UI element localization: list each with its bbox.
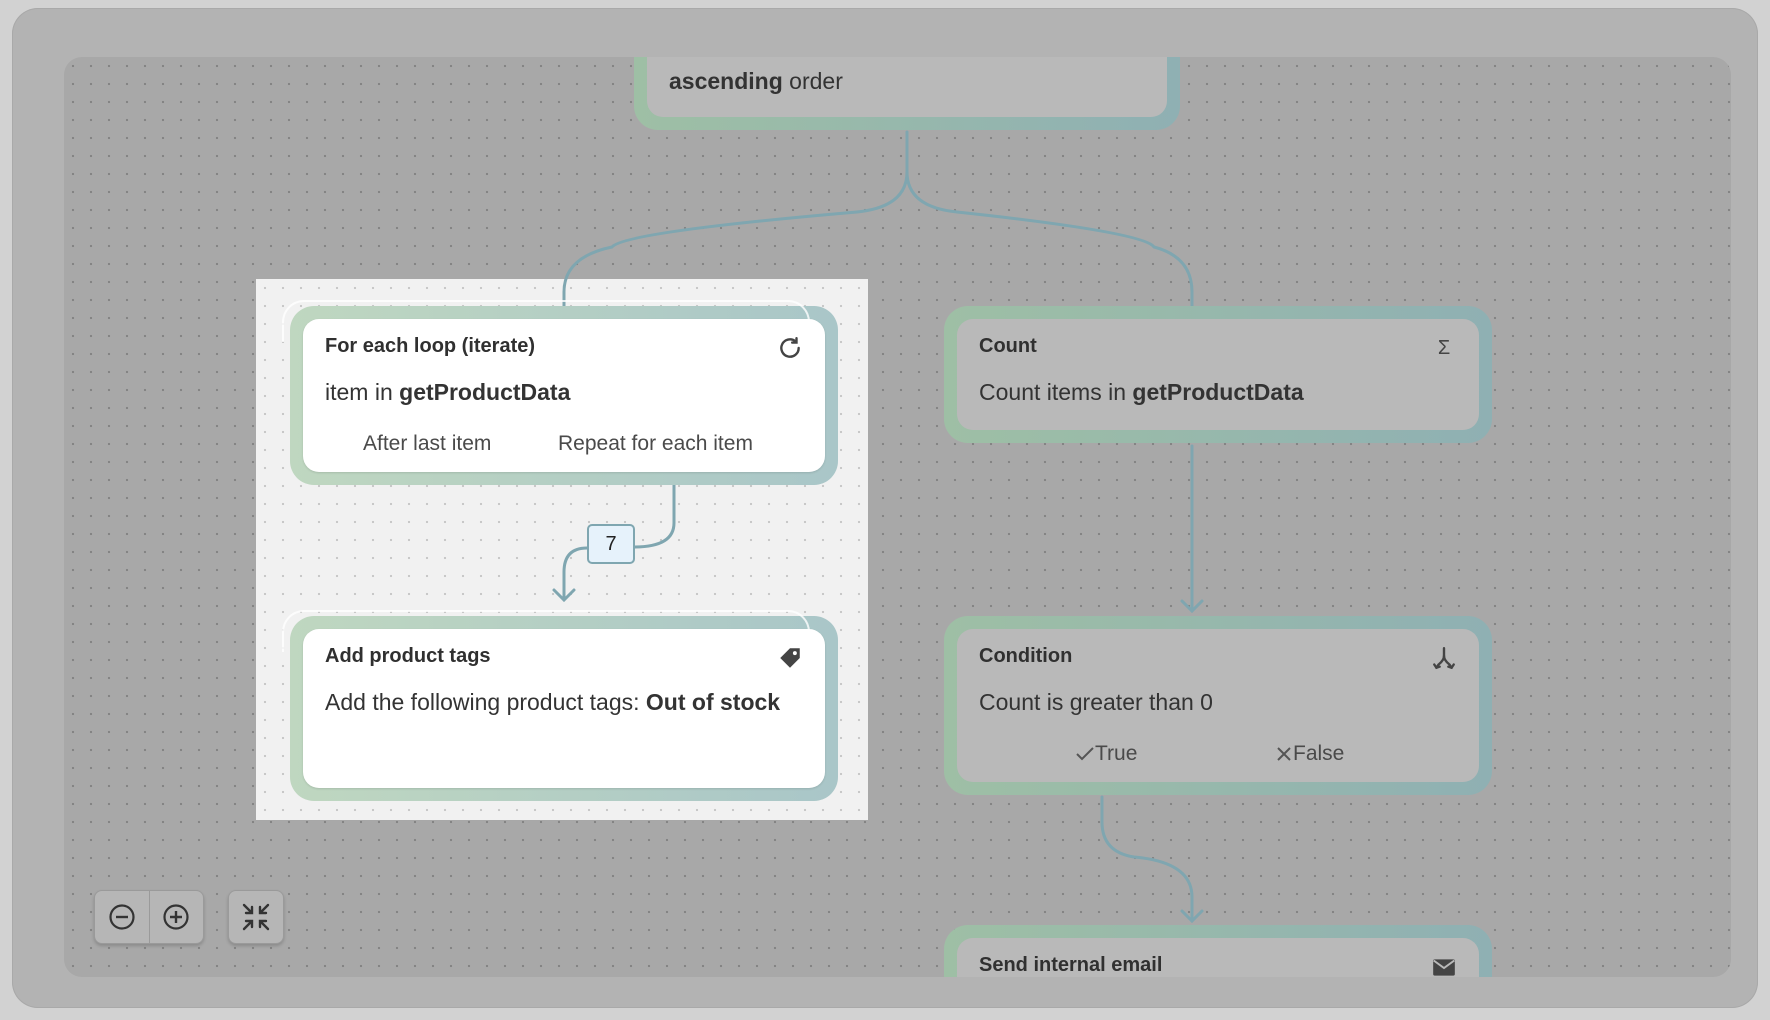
condition-card: Condition Count is greater than 0 True F… — [957, 629, 1479, 782]
condition-node[interactable]: Condition Count is greater than 0 True F… — [944, 616, 1492, 795]
tag-icon — [777, 645, 803, 671]
zoom-out-button[interactable] — [95, 891, 150, 943]
collapse-icon — [242, 903, 270, 931]
branch-repeat-each-item[interactable]: Repeat for each item — [558, 432, 753, 456]
connector-condition-email — [1100, 795, 1194, 921]
count-node[interactable]: Count Σ Count items in getProductData — [944, 306, 1492, 443]
condition-branches: True False — [957, 742, 1479, 772]
workflow-canvas[interactable]: ascending order For each loop (iterate) … — [64, 57, 1731, 977]
connector-top-count — [905, 170, 1194, 321]
loop-branches: After last item Repeat for each item — [303, 432, 825, 462]
loop-node-description: item in getProductData — [325, 379, 571, 405]
add-tags-description: Add the following product tags: Out of s… — [325, 689, 781, 715]
branch-false[interactable]: False — [1275, 742, 1344, 766]
loop-node[interactable]: For each loop (iterate) item in getProdu… — [282, 300, 838, 485]
zoom-in-icon — [163, 904, 189, 930]
arrowhead-email — [1180, 909, 1204, 924]
count-description: Count items in getProductData — [979, 379, 1304, 405]
check-icon — [1076, 747, 1094, 761]
x-icon — [1277, 747, 1291, 761]
branch-after-last-item[interactable]: After last item — [363, 432, 491, 456]
condition-title: Condition — [979, 645, 1073, 667]
refresh-icon — [777, 335, 803, 361]
split-icon — [1431, 645, 1457, 671]
arrowhead-condition — [1180, 599, 1204, 614]
mail-icon — [1431, 954, 1457, 977]
zoom-controls — [94, 890, 204, 944]
add-tags-node[interactable]: Add product tags Add the following produ… — [282, 610, 838, 801]
send-email-node[interactable]: Send internal email — [944, 925, 1492, 977]
send-email-title: Send internal email — [979, 954, 1163, 976]
sort-node[interactable]: ascending order — [634, 57, 1180, 130]
loop-node-title: For each loop (iterate) — [325, 335, 536, 357]
sort-node-card: ascending order — [647, 57, 1167, 117]
loop-node-card: For each loop (iterate) item in getProdu… — [303, 319, 825, 472]
condition-description: Count is greater than 0 — [979, 689, 1213, 715]
branch-true[interactable]: True — [1075, 742, 1137, 766]
fit-to-screen-button[interactable] — [228, 890, 284, 944]
add-tags-card: Add product tags Add the following produ… — [303, 629, 825, 788]
zoom-in-button[interactable] — [149, 891, 203, 943]
sort-node-description: ascending order — [669, 68, 843, 94]
add-tags-title: Add product tags — [325, 645, 491, 667]
zoom-out-icon — [109, 904, 135, 930]
app-window: ascending order For each loop (iterate) … — [12, 8, 1758, 1008]
count-card: Count Σ Count items in getProductData — [957, 319, 1479, 430]
count-title: Count — [979, 335, 1037, 357]
connector-badge[interactable]: 7 — [587, 524, 635, 564]
send-email-card: Send internal email — [957, 938, 1479, 977]
sigma-icon: Σ — [1437, 337, 1451, 359]
